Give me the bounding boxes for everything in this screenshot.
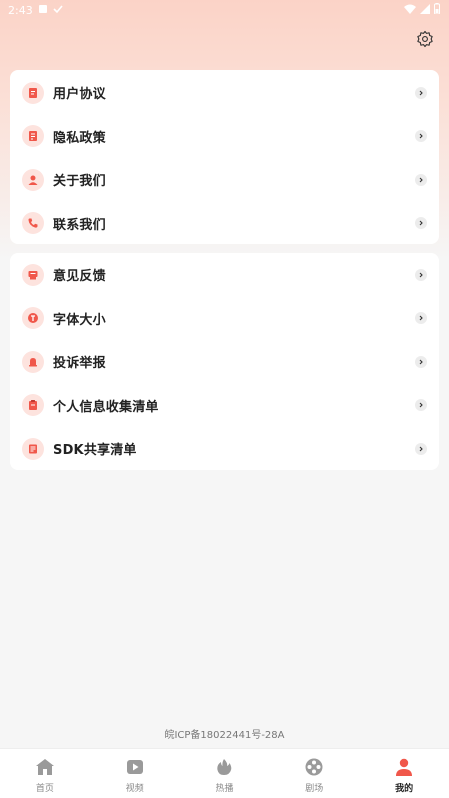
- chevron-right-icon: [415, 86, 427, 99]
- menu-item-label: SDK共享清单: [53, 443, 137, 459]
- settings-group-1: 用户协议 隐私政策 关于我们 联系我们: [10, 70, 439, 244]
- battery-icon: [434, 3, 440, 17]
- home-icon: [34, 756, 56, 778]
- chevron-right-icon: [415, 130, 427, 143]
- menu-item-privacy-policy[interactable]: 隐私政策: [10, 115, 439, 159]
- fire-icon: [213, 756, 235, 778]
- menu-item-complaint-report[interactable]: 投诉举报: [10, 340, 439, 384]
- tab-label: 我的: [395, 783, 414, 794]
- clipboard-icon: [22, 394, 44, 417]
- chevron-right-icon: [415, 399, 427, 412]
- document-icon: [22, 81, 44, 104]
- menu-item-label: 联系我们: [53, 217, 106, 233]
- bottom-navigation: 首页 视频 热播 剧场 我的: [0, 748, 449, 798]
- menu-item-sdk-sharing-list[interactable]: SDK共享清单: [10, 427, 439, 471]
- chevron-right-icon: [415, 173, 427, 186]
- menu-item-label: 关于我们: [53, 174, 106, 190]
- status-time: 2:43: [8, 3, 33, 17]
- tab-label: 视频: [125, 783, 144, 794]
- settings-group-2: 意见反馈 字体大小 投诉举报 个人信息收集清单 SDK共享清单: [10, 253, 439, 470]
- tab-home[interactable]: 首页: [0, 749, 90, 798]
- notification-icon: [38, 4, 48, 17]
- menu-item-label: 投诉举报: [53, 356, 106, 372]
- menu-item-user-agreement[interactable]: 用户协议: [10, 71, 439, 115]
- font-size-icon: [22, 307, 44, 330]
- menu-item-font-size[interactable]: 字体大小: [10, 297, 439, 341]
- icp-license-text: 皖ICP备18022441号-28A: [164, 730, 285, 741]
- profile-icon: [393, 756, 415, 778]
- menu-item-about-us[interactable]: 关于我们: [10, 158, 439, 202]
- feedback-icon: [22, 263, 44, 286]
- chevron-right-icon: [415, 442, 427, 455]
- list-icon: [22, 437, 44, 460]
- tab-profile[interactable]: 我的: [359, 749, 449, 798]
- wifi-icon: [404, 4, 416, 17]
- chevron-right-icon: [415, 355, 427, 368]
- menu-item-label: 用户协议: [53, 87, 106, 103]
- chevron-right-icon: [415, 217, 427, 230]
- bell-icon: [22, 350, 44, 373]
- film-reel-icon: [303, 756, 325, 778]
- person-icon: [22, 168, 44, 191]
- menu-item-label: 意见反馈: [53, 269, 106, 285]
- menu-item-label: 隐私政策: [53, 130, 106, 146]
- tab-label: 剧场: [305, 783, 324, 794]
- tab-label: 热播: [215, 783, 234, 794]
- tab-video[interactable]: 视频: [90, 749, 180, 798]
- chevron-right-icon: [415, 312, 427, 325]
- tab-label: 首页: [35, 783, 54, 794]
- menu-item-feedback[interactable]: 意见反馈: [10, 253, 439, 297]
- phone-icon: [22, 212, 44, 235]
- tab-trending[interactable]: 热播: [180, 749, 270, 798]
- privacy-doc-icon: [22, 125, 44, 148]
- menu-item-contact-us[interactable]: 联系我们: [10, 202, 439, 246]
- menu-item-personal-info-list[interactable]: 个人信息收集清单: [10, 384, 439, 428]
- signal-icon: [420, 3, 430, 17]
- check-icon: [53, 4, 63, 17]
- menu-item-label: 字体大小: [53, 312, 106, 328]
- chevron-right-icon: [415, 268, 427, 281]
- settings-button[interactable]: [415, 30, 435, 52]
- video-icon: [124, 756, 146, 778]
- tab-theater[interactable]: 剧场: [269, 749, 359, 798]
- status-bar: 2:43: [0, 0, 449, 20]
- menu-item-label: 个人信息收集清单: [53, 399, 159, 415]
- gear-icon: [416, 30, 434, 52]
